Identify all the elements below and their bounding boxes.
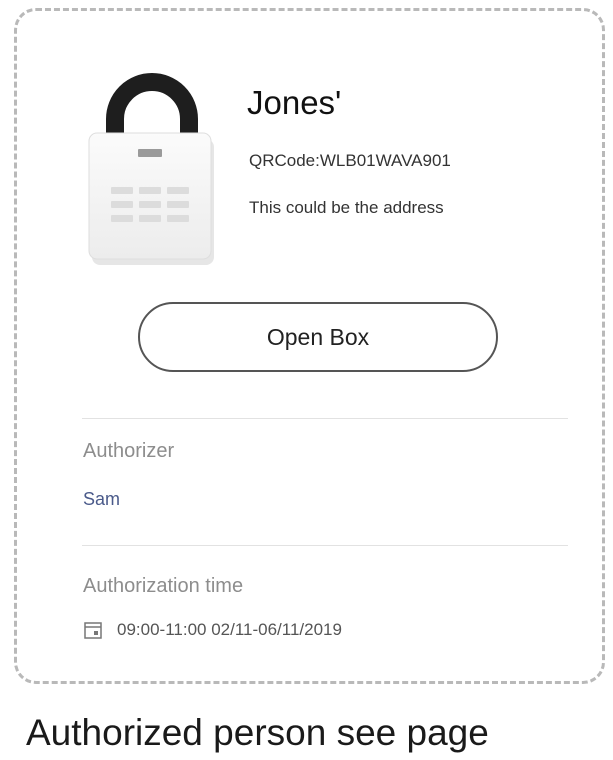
authorization-time-value: 09:00-11:00 02/11-06/11/2019 — [117, 620, 342, 639]
authorization-time-label: Authorization time — [83, 575, 244, 597]
open-box-button[interactable]: Open Box — [138, 302, 498, 372]
padlock-icon — [88, 73, 214, 265]
divider — [82, 545, 568, 546]
address-text: This could be the address — [249, 198, 444, 217]
qr-code-text: QRCode:WLB01WAVA901 — [249, 151, 451, 170]
page-caption: Authorized person see page — [26, 712, 489, 753]
page: Jones' QRCode:WLB01WAVA901 This could be… — [0, 0, 613, 760]
divider — [82, 418, 568, 419]
box-owner-title: Jones' — [247, 84, 342, 121]
authorizer-label: Authorizer — [83, 440, 175, 462]
authorization-time-row: 09:00-11:00 02/11-06/11/2019 — [83, 620, 342, 640]
calendar-icon — [84, 622, 102, 639]
authorizer-value: Sam — [83, 489, 121, 509]
